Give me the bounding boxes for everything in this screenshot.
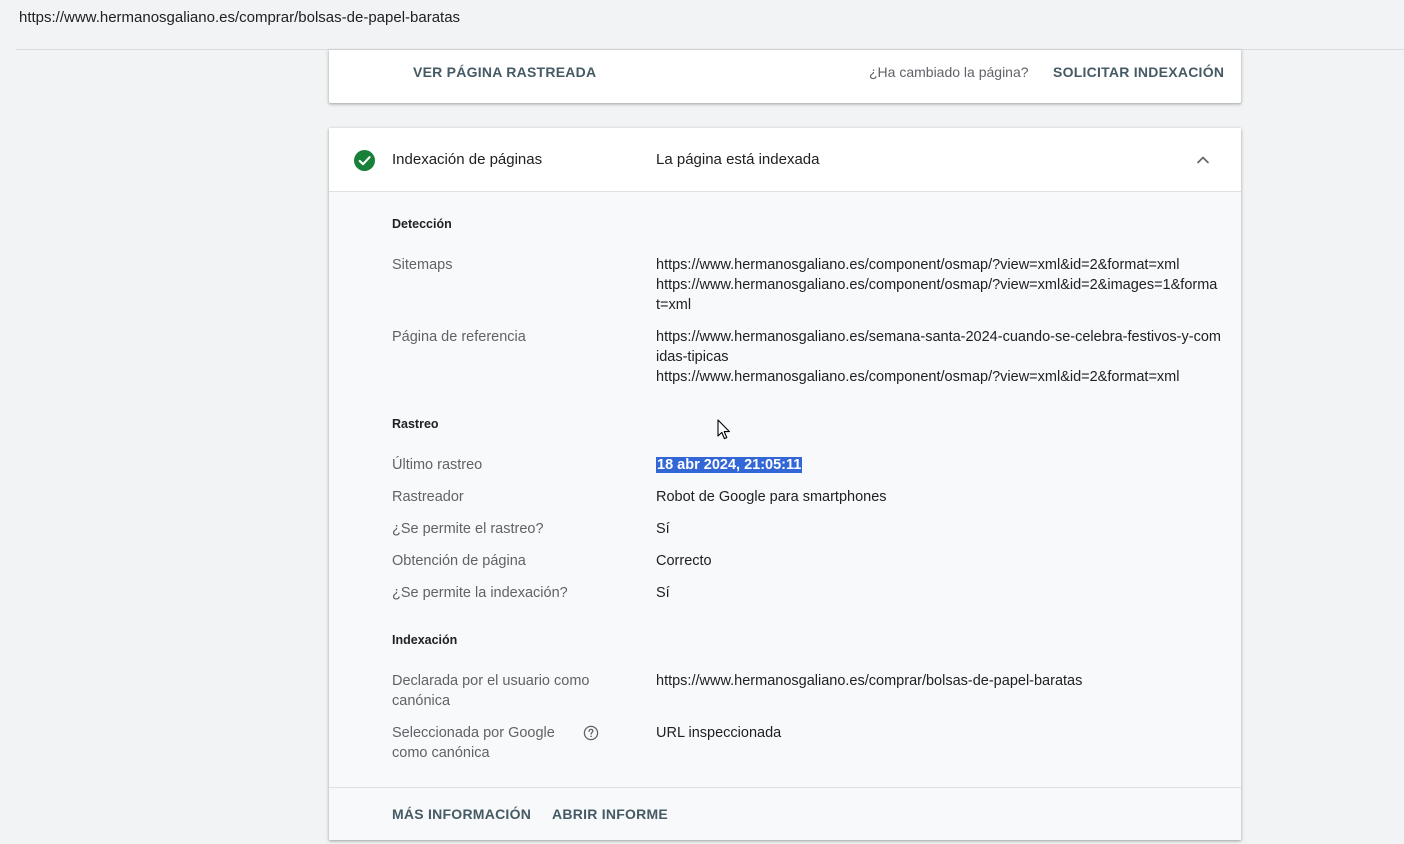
page-changed-question: ¿Ha cambiado la página? [869,64,1029,80]
crawl-allowed-label: ¿Se permite el rastreo? [392,521,544,537]
indexing-section-title: Indexación [392,633,458,647]
page-indexing-label: Indexación de páginas [392,151,543,168]
help-icon[interactable] [583,725,599,741]
address-bar: https://www.hermanosgaliano.es/comprar/b… [0,0,1404,50]
inspected-url[interactable]: https://www.hermanosgaliano.es/comprar/b… [19,9,460,26]
index-allowed-value: Sí [656,585,670,601]
index-allowed-label: ¿Se permite la indexación? [392,585,568,601]
last-crawl-value: 18 abr 2024, 21:05:11 [656,457,803,473]
referring-page-label: Página de referencia [392,329,526,345]
more-info-button[interactable]: MÁS INFORMACIÓN [392,806,531,822]
page-indexing-card: Indexación de páginas La página está ind… [329,128,1241,840]
referring-page-link[interactable]: https://www.hermanosgaliano.es/semana-sa… [656,327,1221,367]
view-crawled-page-button[interactable]: VER PÁGINA RASTREADA [413,64,596,80]
google-canonical-label: Seleccionada por Google como canónica [392,725,555,761]
check-circle-icon [354,150,375,171]
crawler-value: Robot de Google para smartphones [656,489,887,505]
page-indexing-header[interactable]: Indexación de páginas La página está ind… [329,128,1241,192]
actions-card: VER PÁGINA RASTREADA ¿Ha cambiado la pág… [329,50,1241,103]
mouse-cursor-icon [717,419,730,440]
last-crawl-value-row: 18 abr 2024, 21:05:11 [656,455,1221,475]
request-indexing-button[interactable]: SOLICITAR INDEXACIÓN [1053,64,1224,80]
referring-page-value: https://www.hermanosgaliano.es/semana-sa… [656,327,1221,387]
page-fetch-label: Obtención de página [392,553,526,569]
sitemap-link[interactable]: https://www.hermanosgaliano.es/component… [656,275,1221,315]
open-report-button[interactable]: ABRIR INFORME [552,806,668,822]
detection-section-title: Detección [392,217,452,231]
sitemaps-label: Sitemaps [392,257,453,273]
indexing-status: La página está indexada [656,151,820,168]
last-crawl-label: Último rastreo [392,457,483,473]
sitemaps-value: https://www.hermanosgaliano.es/component… [656,255,1221,315]
crawl-allowed-value: Sí [656,521,670,537]
crawler-label: Rastreador [392,489,464,505]
user-canonical-label: Declarada por el usuario como canónica [392,673,590,709]
crawl-section-title: Rastreo [392,417,439,431]
referring-page-link[interactable]: https://www.hermanosgaliano.es/component… [656,367,1221,387]
chevron-up-icon[interactable] [1195,152,1211,168]
page-fetch-value: Correcto [656,553,712,569]
google-canonical-value: URL inspeccionada [656,725,782,741]
sitemap-link[interactable]: https://www.hermanosgaliano.es/component… [656,255,1221,275]
user-canonical-value[interactable]: https://www.hermanosgaliano.es/comprar/b… [656,671,1221,691]
card-footer: MÁS INFORMACIÓN ABRIR INFORME [329,787,1241,840]
